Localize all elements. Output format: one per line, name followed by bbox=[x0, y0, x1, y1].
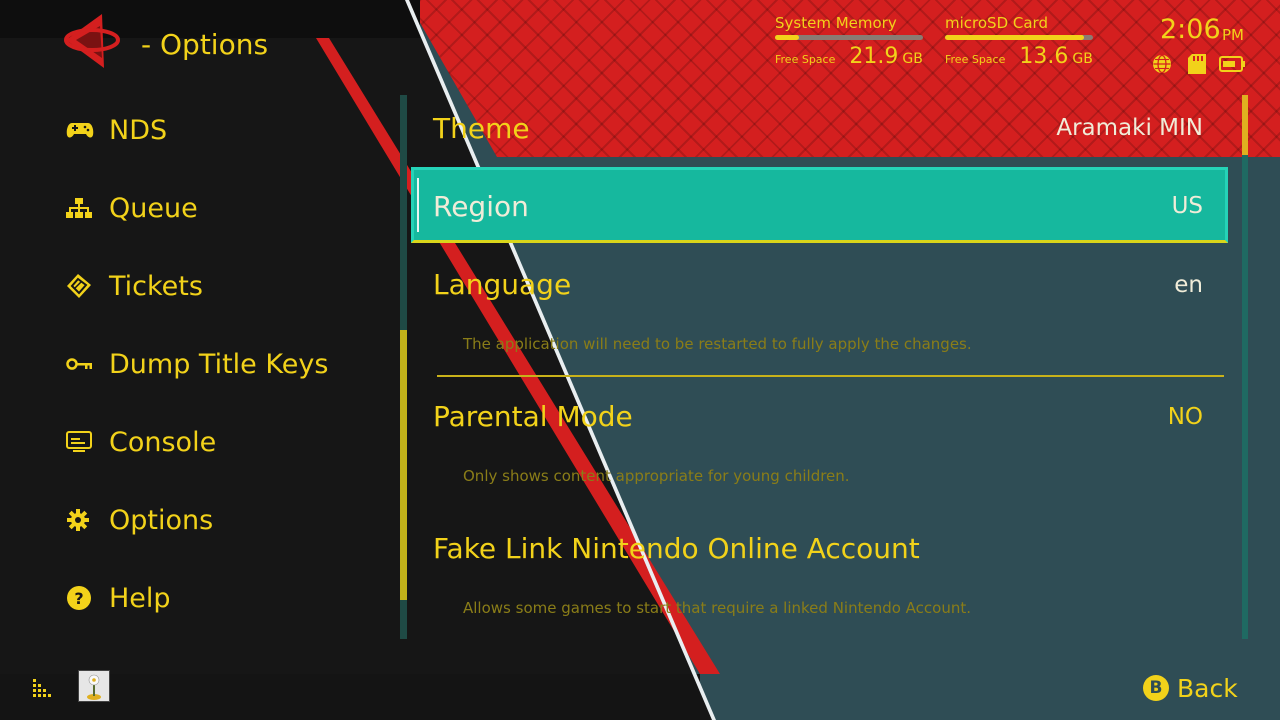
key-icon bbox=[66, 350, 100, 378]
sd-free-value: 13.6 bbox=[1019, 44, 1069, 69]
system-free-value: 21.9 bbox=[849, 44, 899, 69]
option-language-description: The application will need to be restarte… bbox=[463, 335, 972, 353]
sd-free-label: Free Space bbox=[945, 53, 1006, 66]
sidebar-item-options[interactable]: Options bbox=[66, 495, 386, 545]
back-label: Back bbox=[1177, 673, 1238, 703]
sd-free-unit: GB bbox=[1072, 51, 1093, 67]
option-region-value: US bbox=[1171, 193, 1203, 219]
options-scrollbar-thumb[interactable] bbox=[1242, 95, 1248, 155]
page-title: - Options bbox=[141, 28, 269, 61]
sidebar-item-help[interactable]: ? Help bbox=[66, 573, 386, 623]
sd-card-label: microSD Card bbox=[945, 14, 1048, 32]
sidebar-item-label: Dump Title Keys bbox=[109, 348, 329, 380]
sidebar-scrollbar-thumb[interactable] bbox=[400, 330, 407, 600]
selection-cursor bbox=[417, 178, 419, 232]
option-theme-value: Aramaki MIN bbox=[1056, 115, 1203, 141]
option-fakelink-label: Fake Link Nintendo Online Account bbox=[433, 532, 920, 565]
option-parental-description: Only shows content appropriate for young… bbox=[463, 467, 850, 485]
option-parental-label: Parental Mode bbox=[433, 400, 633, 433]
sidebar-item-label: Options bbox=[109, 504, 214, 536]
ticket-icon bbox=[66, 272, 100, 300]
option-language-value: en bbox=[1174, 272, 1203, 298]
apps-grid-icon[interactable] bbox=[31, 677, 53, 699]
sidebar-item-console[interactable]: Console bbox=[66, 417, 386, 467]
user-avatar[interactable] bbox=[78, 670, 110, 702]
sidebar-item-label: Tickets bbox=[109, 270, 203, 302]
sidebar-item-label: Help bbox=[109, 582, 171, 614]
sd-card-indicator: microSD Card Free Space 13.6 GB bbox=[945, 14, 1100, 78]
sidebar-item-label: NDS bbox=[109, 114, 168, 146]
system-memory-label: System Memory bbox=[775, 14, 897, 32]
sd-card-bar bbox=[945, 35, 1093, 40]
b-button-icon: B bbox=[1143, 675, 1169, 701]
globe-icon bbox=[1152, 54, 1172, 74]
option-theme-label: Theme bbox=[433, 112, 530, 145]
sd-card-bar-fill bbox=[945, 35, 1085, 40]
system-free-label: Free Space bbox=[775, 53, 836, 66]
gear-icon bbox=[66, 506, 100, 534]
section-divider bbox=[437, 375, 1224, 377]
option-region-label: Region bbox=[433, 190, 529, 223]
system-free-unit: GB bbox=[902, 51, 923, 67]
clock-time: 2:06 bbox=[1160, 14, 1221, 45]
system-memory-indicator: System Memory Free Space 21.9 GB bbox=[775, 14, 925, 78]
sidebar-item-queue[interactable]: Queue bbox=[66, 183, 386, 233]
system-memory-bar-fill bbox=[775, 35, 799, 40]
app-logo-icon bbox=[58, 12, 122, 74]
option-parental-value: NO bbox=[1167, 404, 1203, 430]
help-icon: ? bbox=[66, 584, 100, 612]
sidebar-item-tickets[interactable]: Tickets bbox=[66, 261, 386, 311]
back-button[interactable]: B Back bbox=[1143, 672, 1238, 704]
sidebar-item-label: Console bbox=[109, 426, 217, 458]
option-language-label: Language bbox=[433, 268, 572, 301]
hierarchy-icon bbox=[66, 194, 100, 222]
gamepad-icon bbox=[66, 116, 100, 144]
sidebar-item-label: Queue bbox=[109, 192, 198, 224]
clock-ampm: PM bbox=[1222, 26, 1244, 44]
battery-icon bbox=[1219, 55, 1246, 73]
system-memory-bar bbox=[775, 35, 923, 40]
sd-card-icon bbox=[1187, 53, 1207, 75]
option-fakelink-description: Allows some games to start that require … bbox=[463, 599, 972, 617]
options-scrollbar-track[interactable] bbox=[1242, 95, 1248, 639]
option-row-region-selected[interactable] bbox=[411, 167, 1228, 243]
sidebar-item-nds[interactable]: NDS bbox=[66, 105, 386, 155]
svg-text:?: ? bbox=[74, 589, 83, 608]
sidebar-item-dump-title-keys[interactable]: Dump Title Keys bbox=[66, 339, 386, 389]
console-icon bbox=[66, 428, 100, 456]
